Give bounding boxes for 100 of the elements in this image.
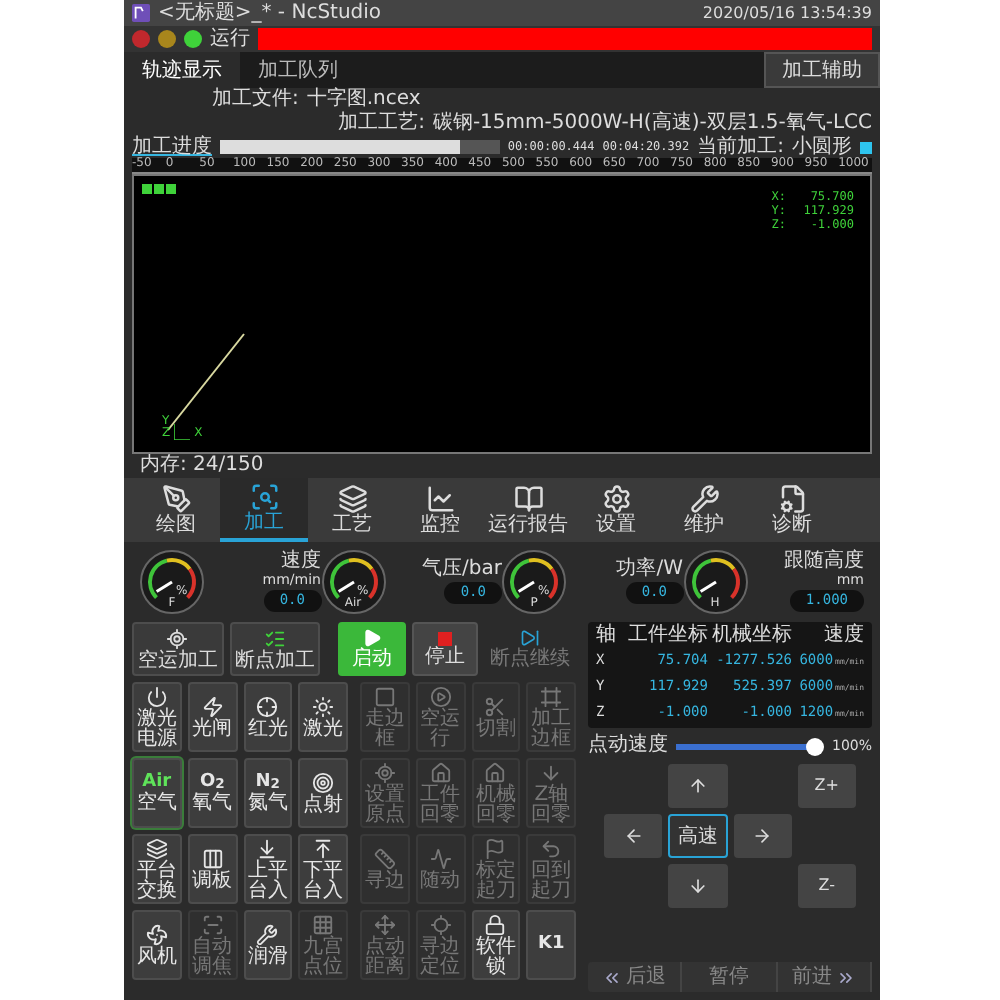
gauge-label: 速度: [281, 552, 321, 572]
control-button[interactable]: 点射: [298, 758, 348, 828]
jog-down-button[interactable]: [668, 864, 727, 908]
scissors-icon: [484, 695, 507, 717]
arrow-down-icon: [540, 761, 563, 783]
nav-tab[interactable]: 加工: [220, 478, 308, 542]
layers-icon: [145, 837, 168, 859]
wave-icon: [429, 847, 452, 869]
icon-text: N$_{2}$: [255, 773, 280, 791]
progress-label: 加工进度: [132, 137, 212, 157]
gauge-label: 功率/W: [616, 560, 683, 580]
control-button[interactable]: 上平台入: [243, 834, 293, 904]
control-button[interactable]: 风机: [132, 910, 182, 980]
tab[interactable]: 加工辅助: [764, 52, 880, 88]
jog-left-button[interactable]: [604, 814, 663, 858]
sun-icon: [312, 695, 335, 717]
power-icon: [145, 685, 168, 707]
color-swatch-icon: [860, 141, 872, 153]
control-button[interactable]: 调板: [187, 834, 237, 904]
control-button[interactable]: 光闸: [187, 682, 237, 752]
arrow-down-icon: [687, 876, 708, 896]
gauge-label: 气压/bar: [422, 560, 502, 580]
playback-button[interactable]: 前进: [777, 962, 872, 992]
action-button[interactable]: 断点加工: [229, 622, 321, 676]
columns-icon: [201, 847, 224, 869]
file-name: 十字图.ncex: [306, 90, 421, 110]
wrench-icon: [689, 484, 719, 514]
app-logo-icon: [132, 4, 150, 22]
playback-button[interactable]: 后退: [588, 962, 683, 992]
high-speed-button[interactable]: 高速: [668, 814, 727, 858]
control-button[interactable]: N$_{2}$ 氮气: [243, 758, 293, 828]
window-title: <无标题>_* - NcStudio: [158, 3, 384, 23]
stop-icon: [438, 631, 453, 645]
action-button[interactable]: 空运加工: [132, 622, 224, 676]
control-button[interactable]: 红光: [243, 682, 293, 752]
crosshair-icon: [256, 695, 279, 717]
wrench-icon: [256, 923, 279, 945]
icon-text: Air: [142, 773, 172, 791]
column-header: 轴: [596, 626, 618, 646]
play-icon: [361, 628, 382, 648]
icon-text: O$_{2}$: [199, 773, 225, 791]
memory-status: 内存: 24/150: [138, 454, 266, 478]
slider-thumb[interactable]: [805, 737, 824, 755]
z-down-button[interactable]: Z-: [797, 864, 856, 908]
jog-right-button[interactable]: [733, 814, 792, 858]
file-label: 加工文件:: [212, 90, 299, 110]
toolpath-line: [166, 332, 246, 432]
gauge-label: 跟随高度: [784, 552, 864, 572]
arrow-up-icon: [687, 776, 708, 796]
skip-forward-icon: [520, 628, 541, 648]
nav-tab[interactable]: 设置: [572, 478, 660, 542]
lightning-icon: [201, 695, 224, 717]
z-up-button[interactable]: Z+: [797, 764, 856, 808]
arrow-right-icon: [752, 826, 773, 846]
column-header: 工件坐标: [626, 626, 708, 646]
chart-icon: [425, 484, 455, 514]
control-button[interactable]: K1: [526, 910, 576, 980]
nav-tab[interactable]: 监控: [396, 478, 484, 542]
nav-tab[interactable]: 工艺: [308, 478, 396, 542]
double-left-icon: [602, 967, 623, 987]
control-button[interactable]: 激光: [298, 682, 348, 752]
play-circle-icon: [429, 685, 452, 707]
process-label: 加工工艺:: [338, 114, 425, 134]
current-job-name: 小圆形: [792, 137, 852, 157]
crosshair-icon: [429, 913, 452, 935]
ruler-icon: [373, 847, 396, 869]
control-button[interactable]: 润滑: [243, 910, 293, 980]
current-label: 当前加工:: [697, 137, 784, 157]
arrow-up-line-icon: [312, 837, 335, 859]
scan-icon: [201, 913, 224, 935]
nav-tab[interactable]: 运行报告: [484, 478, 572, 542]
home-icon: [429, 761, 452, 783]
nav-tab[interactable]: 诊断: [748, 478, 836, 542]
target-icon: [166, 627, 189, 649]
action-button[interactable]: 停止: [411, 622, 479, 676]
nav-tab[interactable]: 绘图: [132, 478, 220, 542]
control-button[interactable]: 下平台入: [298, 834, 348, 904]
file-gear-icon: [777, 484, 807, 514]
playback-button[interactable]: 暂停: [682, 962, 778, 992]
frame-icon: [540, 685, 563, 707]
list-icon: [263, 627, 286, 649]
tab[interactable]: 轨迹显示: [124, 52, 240, 88]
control-button[interactable]: Air 空气: [132, 758, 182, 828]
tab[interactable]: 加工队列: [240, 52, 356, 88]
undo-icon: [540, 837, 563, 859]
jog-up-button[interactable]: [668, 764, 727, 808]
control-button[interactable]: 软件锁: [471, 910, 521, 980]
axes-icon: [174, 424, 191, 440]
control-button[interactable]: 激光电源: [132, 682, 182, 752]
book-icon: [513, 484, 543, 514]
icon-text: K1: [538, 936, 565, 954]
move-icon: [373, 913, 396, 935]
locate-icon: [373, 761, 396, 783]
jog-speed-label: 点动速度: [588, 736, 668, 756]
double-right-icon: [835, 967, 856, 987]
nav-tab[interactable]: 维护: [660, 478, 748, 542]
column-header: 速度: [822, 626, 864, 646]
arrow-left-icon: [623, 826, 644, 846]
control-button[interactable]: 平台交换: [132, 834, 182, 904]
control-button[interactable]: O$_{2}$ 氧气: [187, 758, 237, 828]
